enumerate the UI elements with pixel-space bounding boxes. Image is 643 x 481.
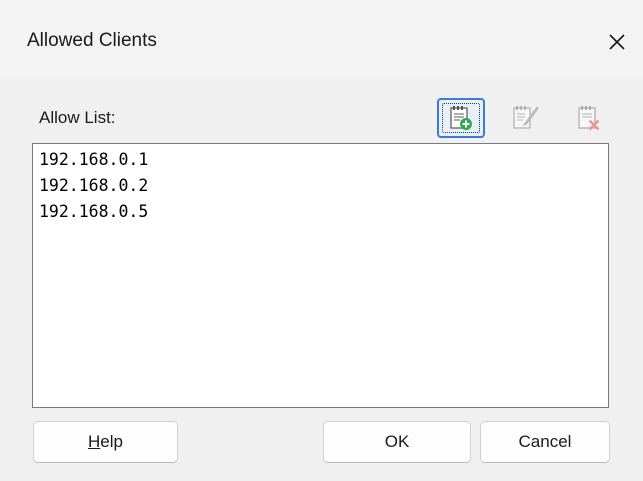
close-icon [609, 34, 625, 50]
allow-list-items: 192.168.0.1 192.168.0.2 192.168.0.5 [33, 144, 608, 225]
edit-document-icon [513, 106, 539, 129]
help-button[interactable]: Help [33, 421, 178, 463]
close-button[interactable] [599, 24, 635, 60]
allow-list-label: Allow List: [39, 108, 116, 127]
ok-button[interactable]: OK [323, 421, 471, 463]
dialog-title: Allowed Clients [27, 30, 157, 51]
add-client-button[interactable] [437, 98, 485, 138]
delete-client-button[interactable] [565, 98, 613, 138]
list-item[interactable]: 192.168.0.1 [37, 147, 608, 173]
cancel-button[interactable]: Cancel [480, 421, 610, 463]
allow-listbox[interactable]: 192.168.0.1 192.168.0.2 192.168.0.5 [32, 143, 609, 408]
edit-client-button[interactable] [502, 98, 550, 138]
help-label-rest: elp [100, 432, 123, 451]
ok-label: OK [384, 432, 410, 451]
cancel-label: Cancel [518, 432, 572, 451]
allowed-clients-dialog: Allowed Clients Allow List: 192.168.0.1 … [0, 0, 643, 481]
title-bar: Allowed Clients [0, 0, 643, 78]
help-mnemonic: H [88, 432, 101, 451]
list-item[interactable]: 192.168.0.5 [37, 199, 608, 225]
delete-document-icon [578, 106, 600, 131]
list-item[interactable]: 192.168.0.2 [37, 173, 608, 199]
